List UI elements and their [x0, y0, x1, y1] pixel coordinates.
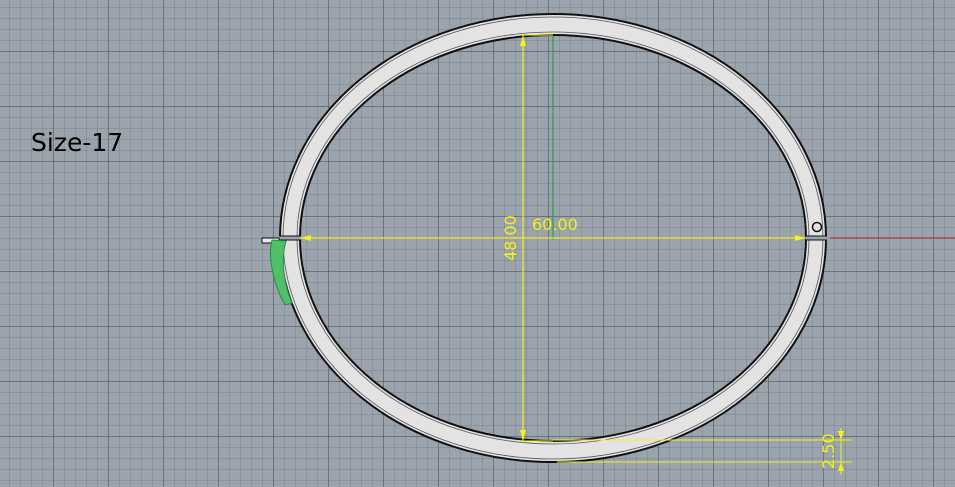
- hinge-pin-circle[interactable]: [811, 221, 823, 233]
- right-split-gap: [806, 236, 827, 240]
- drawing-canvas[interactable]: 60.00 48.00 2.50: [0, 0, 955, 487]
- thickness-dimension-label: 2.50: [819, 433, 838, 469]
- cad-viewport[interactable]: Size-17 60.00 48.00 2.50: [0, 0, 955, 487]
- width-dimension-label: 60.00: [532, 215, 578, 234]
- height-dimension-label: 48.00: [501, 215, 520, 261]
- left-split-gap: [279, 236, 301, 240]
